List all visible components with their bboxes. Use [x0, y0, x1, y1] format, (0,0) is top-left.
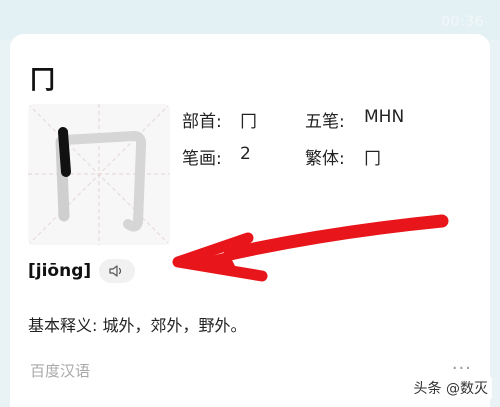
- watermark: 头条 @数灭: [409, 377, 492, 399]
- red-arrow-annotation: [172, 214, 449, 282]
